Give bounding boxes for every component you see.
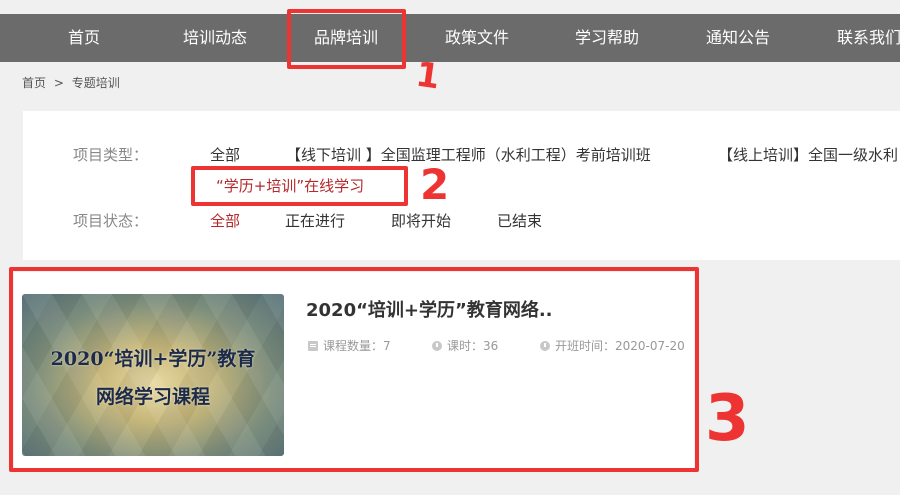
nav-item-policy-docs[interactable]: 政策文件 [445, 14, 509, 62]
type-option-all[interactable]: 全部 [210, 144, 240, 165]
status-option-upcoming[interactable]: 即将开始 [391, 210, 451, 231]
nav-item-training-news[interactable]: 培训动态 [183, 14, 247, 62]
annotation-box-3 [9, 267, 699, 472]
project-status-label: 项目状态： [73, 212, 149, 230]
nav-item-contact[interactable]: 联系我们 [837, 14, 900, 62]
status-option-all[interactable]: 全部 [210, 210, 240, 231]
top-nav: 首页 培训动态 品牌培训 政策文件 学习帮助 通知公告 联系我们 [0, 14, 900, 62]
nav-item-home[interactable]: 首页 [68, 14, 100, 62]
breadcrumb: 首页 > 专题培训 [22, 74, 124, 91]
nav-item-notices[interactable]: 通知公告 [706, 14, 770, 62]
annotation-box-1 [287, 9, 406, 69]
nav-item-learning-help[interactable]: 学习帮助 [575, 14, 639, 62]
annotation-number-1: 1 [413, 54, 443, 98]
filter-panel [23, 111, 900, 260]
status-option-in-progress[interactable]: 正在进行 [285, 210, 345, 231]
type-option-offline-supervisor[interactable]: 【线下培训 】全国监理工程师（水利工程）考前培训班 [286, 144, 651, 165]
annotation-number-2: 2 [420, 160, 450, 209]
breadcrumb-home[interactable]: 首页 [22, 76, 46, 90]
breadcrumb-current: 专题培训 [71, 76, 120, 90]
annotation-number-3: 3 [705, 382, 750, 456]
project-type-label: 项目类型： [73, 146, 149, 164]
status-option-ended[interactable]: 已结束 [497, 210, 542, 231]
annotation-box-2 [191, 166, 408, 206]
breadcrumb-separator: > [53, 76, 64, 90]
type-option-online-first-level[interactable]: 【线上培训】全国一级水利 [718, 144, 898, 165]
